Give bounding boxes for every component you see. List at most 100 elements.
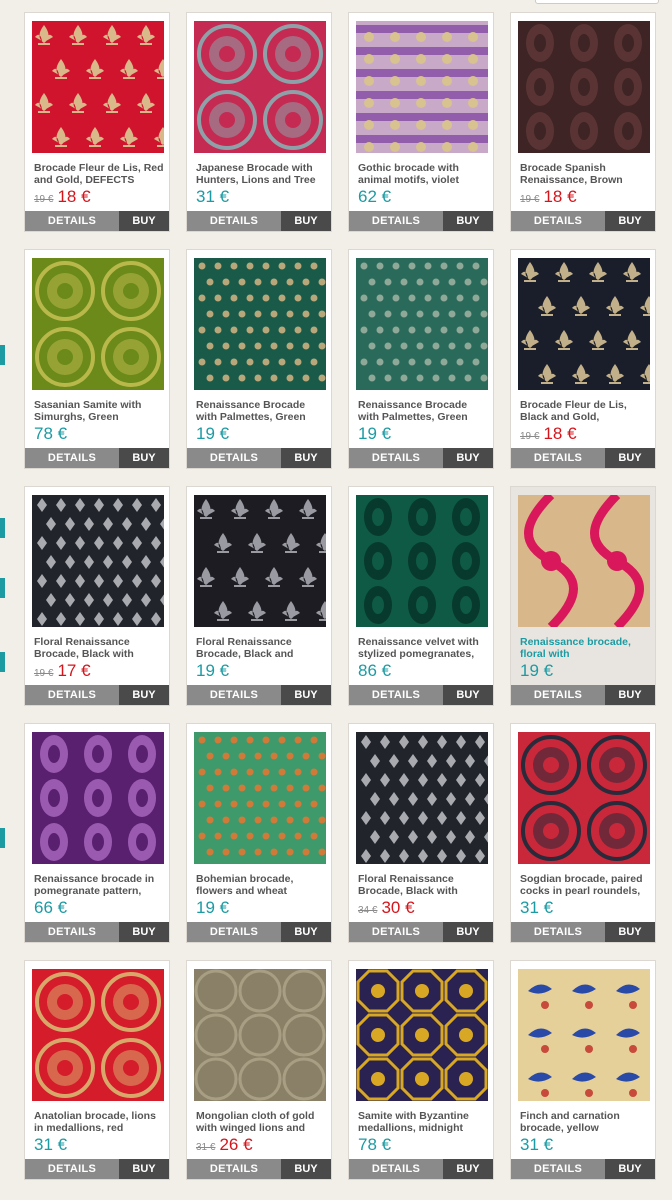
product-card[interactable]: Brocade Spanish Renaissance, Brown 19 € …	[510, 12, 656, 232]
buy-button[interactable]: BUY	[443, 448, 493, 468]
buy-button[interactable]: BUY	[119, 448, 169, 468]
product-image[interactable]	[194, 969, 326, 1101]
details-button[interactable]: DETAILS	[349, 448, 443, 468]
product-card[interactable]: Bohemian brocade, flowers and wheat 19 €…	[186, 723, 332, 943]
side-tab[interactable]	[0, 578, 5, 598]
product-image[interactable]	[32, 732, 164, 864]
product-image[interactable]	[518, 258, 650, 390]
product-name[interactable]: Floral Renaissance Brocade, Black with	[34, 637, 166, 661]
details-button[interactable]: DETAILS	[511, 211, 605, 231]
product-image[interactable]	[32, 495, 164, 627]
buy-button[interactable]: BUY	[605, 685, 655, 705]
product-name[interactable]: Renaissance velvet with stylized pomegra…	[358, 637, 490, 661]
product-card[interactable]: Sasanian Samite with Simurghs, Green 78 …	[24, 249, 170, 469]
product-name[interactable]: Renaissance brocade, floral with	[520, 637, 652, 661]
side-tab[interactable]	[0, 828, 5, 848]
details-button[interactable]: DETAILS	[25, 685, 119, 705]
search-input[interactable]	[535, 0, 659, 4]
product-image[interactable]	[518, 732, 650, 864]
product-image[interactable]	[194, 732, 326, 864]
product-card[interactable]: Sogdian brocade, paired cocks in pearl r…	[510, 723, 656, 943]
details-button[interactable]: DETAILS	[511, 922, 605, 942]
details-button[interactable]: DETAILS	[187, 922, 281, 942]
details-button[interactable]: DETAILS	[187, 211, 281, 231]
product-name[interactable]: Renaissance Brocade with Palmettes, Gree…	[196, 400, 328, 424]
product-card[interactable]: Renaissance Brocade with Palmettes, Gree…	[186, 249, 332, 469]
product-name[interactable]: Japanese Brocade with Hunters, Lions and…	[196, 163, 328, 187]
side-tab[interactable]	[0, 652, 5, 672]
buy-button[interactable]: BUY	[605, 448, 655, 468]
product-image[interactable]	[356, 732, 488, 864]
product-name[interactable]: Renaissance Brocade with Palmettes, Gree…	[358, 400, 490, 424]
product-image[interactable]	[194, 495, 326, 627]
details-button[interactable]: DETAILS	[25, 1159, 119, 1179]
product-card[interactable]: Japanese Brocade with Hunters, Lions and…	[186, 12, 332, 232]
product-image[interactable]	[32, 21, 164, 153]
product-image[interactable]	[518, 21, 650, 153]
product-card[interactable]: Floral Renaissance Brocade, Black and 19…	[186, 486, 332, 706]
details-button[interactable]: DETAILS	[511, 1159, 605, 1179]
product-card[interactable]: Renaissance brocade, floral with 19 € DE…	[510, 486, 656, 706]
buy-button[interactable]: BUY	[443, 685, 493, 705]
details-button[interactable]: DETAILS	[187, 685, 281, 705]
product-name[interactable]: Sogdian brocade, paired cocks in pearl r…	[520, 874, 652, 898]
buy-button[interactable]: BUY	[281, 685, 331, 705]
product-card[interactable]: Renaissance Brocade with Palmettes, Gree…	[348, 249, 494, 469]
details-button[interactable]: DETAILS	[25, 448, 119, 468]
product-name[interactable]: Floral Renaissance Brocade, Black and	[196, 637, 328, 661]
product-image[interactable]	[32, 969, 164, 1101]
buy-button[interactable]: BUY	[281, 211, 331, 231]
buy-button[interactable]: BUY	[119, 685, 169, 705]
product-name[interactable]: Sasanian Samite with Simurghs, Green	[34, 400, 166, 424]
buy-button[interactable]: BUY	[443, 1159, 493, 1179]
details-button[interactable]: DETAILS	[25, 922, 119, 942]
details-button[interactable]: DETAILS	[349, 1159, 443, 1179]
details-button[interactable]: DETAILS	[511, 448, 605, 468]
product-card[interactable]: Samite with Byzantine medallions, midnig…	[348, 960, 494, 1180]
details-button[interactable]: DETAILS	[187, 448, 281, 468]
product-name[interactable]: Anatolian brocade, lions in medallions, …	[34, 1111, 166, 1135]
product-image[interactable]	[356, 969, 488, 1101]
product-name[interactable]: Brocade Fleur de Lis, Red and Gold, DEFE…	[34, 163, 166, 187]
buy-button[interactable]: BUY	[443, 211, 493, 231]
product-name[interactable]: Floral Renaissance Brocade, Black with	[358, 874, 490, 898]
product-image[interactable]	[518, 969, 650, 1101]
product-card[interactable]: Finch and carnation brocade, yellow 31 €…	[510, 960, 656, 1180]
buy-button[interactable]: BUY	[605, 1159, 655, 1179]
product-card[interactable]: Renaissance velvet with stylized pomegra…	[348, 486, 494, 706]
product-name[interactable]: Mongolian cloth of gold with winged lion…	[196, 1111, 328, 1135]
product-card[interactable]: Brocade Fleur de Lis, Black and Gold, 19…	[510, 249, 656, 469]
buy-button[interactable]: BUY	[119, 211, 169, 231]
product-image[interactable]	[356, 21, 488, 153]
buy-button[interactable]: BUY	[281, 922, 331, 942]
details-button[interactable]: DETAILS	[349, 922, 443, 942]
product-image[interactable]	[194, 258, 326, 390]
details-button[interactable]: DETAILS	[187, 1159, 281, 1179]
details-button[interactable]: DETAILS	[511, 685, 605, 705]
product-name[interactable]: Gothic brocade with animal motifs, viole…	[358, 163, 490, 187]
product-name[interactable]: Renaissance brocade in pomegranate patte…	[34, 874, 166, 898]
side-tab[interactable]	[0, 345, 5, 365]
buy-button[interactable]: BUY	[281, 448, 331, 468]
product-card[interactable]: Floral Renaissance Brocade, Black with 1…	[24, 486, 170, 706]
buy-button[interactable]: BUY	[119, 1159, 169, 1179]
product-image[interactable]	[32, 258, 164, 390]
product-name[interactable]: Samite with Byzantine medallions, midnig…	[358, 1111, 490, 1135]
buy-button[interactable]: BUY	[605, 211, 655, 231]
product-image[interactable]	[518, 495, 650, 627]
product-card[interactable]: Renaissance brocade in pomegranate patte…	[24, 723, 170, 943]
product-name[interactable]: Brocade Spanish Renaissance, Brown	[520, 163, 652, 187]
buy-button[interactable]: BUY	[443, 922, 493, 942]
product-name[interactable]: Bohemian brocade, flowers and wheat	[196, 874, 328, 898]
product-image[interactable]	[194, 21, 326, 153]
product-card[interactable]: Floral Renaissance Brocade, Black with 3…	[348, 723, 494, 943]
side-tab[interactable]	[0, 518, 5, 538]
product-image[interactable]	[356, 258, 488, 390]
product-image[interactable]	[356, 495, 488, 627]
details-button[interactable]: DETAILS	[349, 211, 443, 231]
product-name[interactable]: Brocade Fleur de Lis, Black and Gold,	[520, 400, 652, 424]
details-button[interactable]: DETAILS	[25, 211, 119, 231]
buy-button[interactable]: BUY	[605, 922, 655, 942]
product-name[interactable]: Finch and carnation brocade, yellow	[520, 1111, 652, 1135]
product-card[interactable]: Gothic brocade with animal motifs, viole…	[348, 12, 494, 232]
